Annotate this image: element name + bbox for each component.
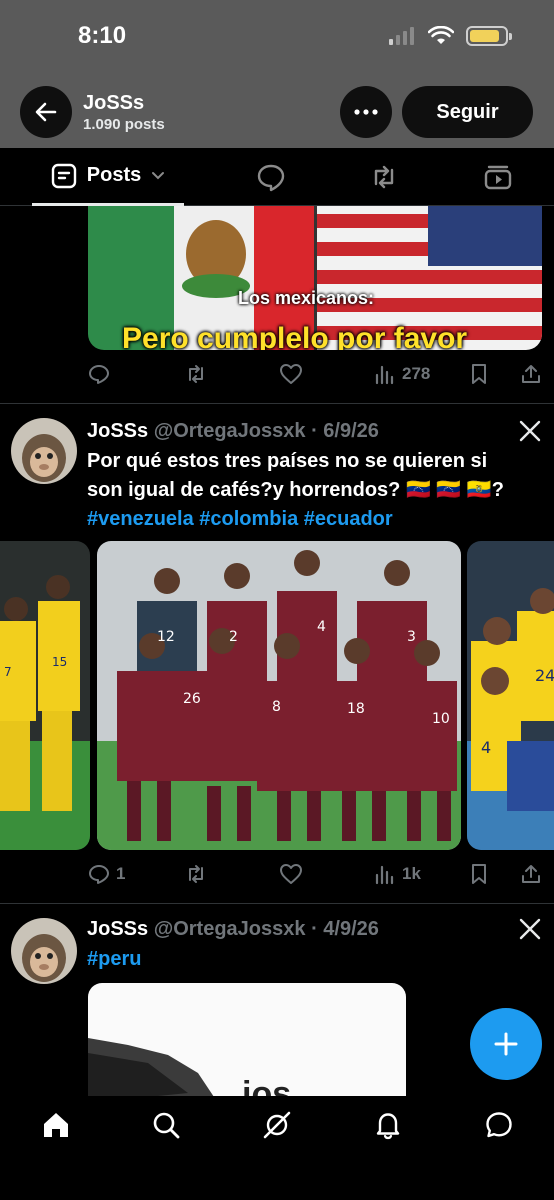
- post-actions: 1 1k: [88, 859, 542, 889]
- bottom-nav: [0, 1096, 554, 1200]
- bookmark-button[interactable]: [469, 863, 489, 885]
- monkey-avatar-image: [11, 918, 77, 984]
- share-icon: [522, 365, 540, 383]
- signal-icon: [389, 27, 414, 45]
- share-button[interactable]: [520, 863, 542, 885]
- post-divider: [0, 403, 554, 404]
- profile-header-title: JoSSs 1.090 posts: [83, 92, 165, 133]
- author-handle[interactable]: @OrtegaJossxk · 4/9/26: [154, 918, 379, 940]
- views-icon: [375, 865, 394, 885]
- share-icon: [522, 865, 540, 883]
- back-button[interactable]: [20, 86, 72, 138]
- views-count: 278: [402, 364, 431, 383]
- bookmark-icon: [472, 864, 486, 884]
- views-count: 1k: [402, 864, 421, 883]
- chevron-down-icon: [152, 171, 165, 179]
- more-options-button[interactable]: [340, 86, 392, 138]
- like-button[interactable]: [279, 363, 303, 385]
- reply-count: 1: [116, 864, 126, 883]
- jersey-number: 4: [481, 738, 491, 757]
- jersey-number: 3: [407, 629, 416, 645]
- jersey-number: 10: [432, 711, 450, 727]
- ellipsis-icon: [354, 109, 378, 115]
- tab-bar: Posts: [0, 148, 554, 206]
- avatar[interactable]: [11, 918, 77, 984]
- home-icon[interactable]: [41, 1110, 71, 1140]
- image-caption-small: Los mexicanos:: [238, 288, 375, 308]
- author-handle[interactable]: @OrtegaJossxk · 6/9/26: [154, 420, 379, 442]
- avatar[interactable]: [11, 418, 77, 484]
- views-button[interactable]: 278: [374, 363, 430, 385]
- battery-icon: [466, 26, 512, 46]
- post-media-image[interactable]: jos: [88, 983, 406, 1096]
- jersey-number: 8: [272, 699, 281, 715]
- jersey-number: 26: [183, 691, 201, 707]
- share-button[interactable]: [520, 363, 542, 385]
- reply-button[interactable]: 1: [88, 863, 125, 885]
- author-name[interactable]: JoSSs: [87, 918, 148, 940]
- compose-button[interactable]: [470, 1008, 542, 1080]
- x-grok-icon[interactable]: [519, 918, 541, 940]
- repost-icon: [189, 865, 203, 883]
- bookmark-icon: [472, 364, 486, 384]
- jersey-number: 24: [535, 666, 554, 685]
- post-divider: [0, 903, 554, 904]
- carousel-image-ecuador[interactable]: 7 15: [0, 541, 90, 850]
- bookmark-button[interactable]: [469, 363, 489, 385]
- repost-button[interactable]: [185, 863, 207, 885]
- jersey-number: 18: [347, 701, 365, 717]
- reply-button[interactable]: [88, 363, 110, 385]
- posts-count: 1.090 posts: [83, 116, 165, 133]
- like-button[interactable]: [279, 863, 303, 885]
- messages-icon[interactable]: [484, 1110, 514, 1140]
- jersey-number: 4: [317, 619, 326, 635]
- timeline-feed[interactable]: Los mexicanos: Pero cumplelo por favor 2…: [0, 206, 554, 1096]
- repost-icon: [189, 365, 203, 383]
- image-caption-big: Pero cumplelo por favor: [122, 322, 468, 350]
- profile-name: JoSSs: [83, 92, 145, 114]
- plus-icon: [494, 1032, 518, 1056]
- follow-button[interactable]: Seguir: [402, 86, 533, 138]
- tab-posts[interactable]: Posts: [32, 148, 184, 206]
- monkey-avatar-image: [11, 418, 77, 484]
- carousel-image-venezuela[interactable]: 12 2 4 3 26 8 18 10: [97, 541, 461, 850]
- bell-icon[interactable]: [373, 1110, 403, 1140]
- top-bar: 8:10 JoSSs 1.090 posts Seguir: [0, 0, 554, 148]
- jersey-number: 15: [52, 655, 67, 669]
- views-icon: [375, 365, 394, 385]
- post-text: Por qué estos tres países no se quieren …: [87, 450, 504, 501]
- views-button[interactable]: 1k: [374, 863, 421, 885]
- reply-icon: [89, 365, 109, 384]
- post-hashtags[interactable]: #peru: [87, 945, 527, 974]
- heart-icon: [280, 364, 302, 384]
- tab-reposts[interactable]: [369, 162, 399, 192]
- wifi-icon: [428, 26, 454, 44]
- x-grok-icon[interactable]: [519, 420, 541, 442]
- image-text: jos: [242, 1075, 292, 1096]
- tab-replies[interactable]: [256, 162, 286, 192]
- tab-posts-label: Posts: [86, 164, 142, 186]
- jersey-number: 2: [229, 629, 238, 645]
- jersey-number: 7: [4, 665, 12, 679]
- jersey-number: 12: [157, 629, 175, 645]
- post-hashtags[interactable]: #venezuela #colombia #ecuador: [87, 505, 527, 534]
- post-actions: 278: [88, 359, 542, 389]
- author-name[interactable]: JoSSs: [87, 420, 148, 442]
- carousel-image-colombia[interactable]: 24 4: [467, 541, 554, 850]
- search-icon[interactable]: [151, 1110, 181, 1140]
- reply-icon: [89, 865, 109, 884]
- post-media-image[interactable]: Los mexicanos: Pero cumplelo por favor: [88, 206, 542, 350]
- post-header: JoSSs @OrtegaJossxk · 4/9/26: [87, 918, 379, 941]
- status-icons: [388, 26, 512, 46]
- posts-icon: [51, 163, 76, 188]
- heart-icon: [280, 864, 302, 884]
- grok-icon[interactable]: [262, 1110, 292, 1140]
- status-time: 8:10: [78, 22, 127, 49]
- arrow-left-icon: [35, 102, 57, 122]
- post-header: JoSSs @OrtegaJossxk · 6/9/26: [87, 420, 379, 443]
- repost-button[interactable]: [185, 363, 207, 385]
- tab-media[interactable]: [483, 162, 513, 192]
